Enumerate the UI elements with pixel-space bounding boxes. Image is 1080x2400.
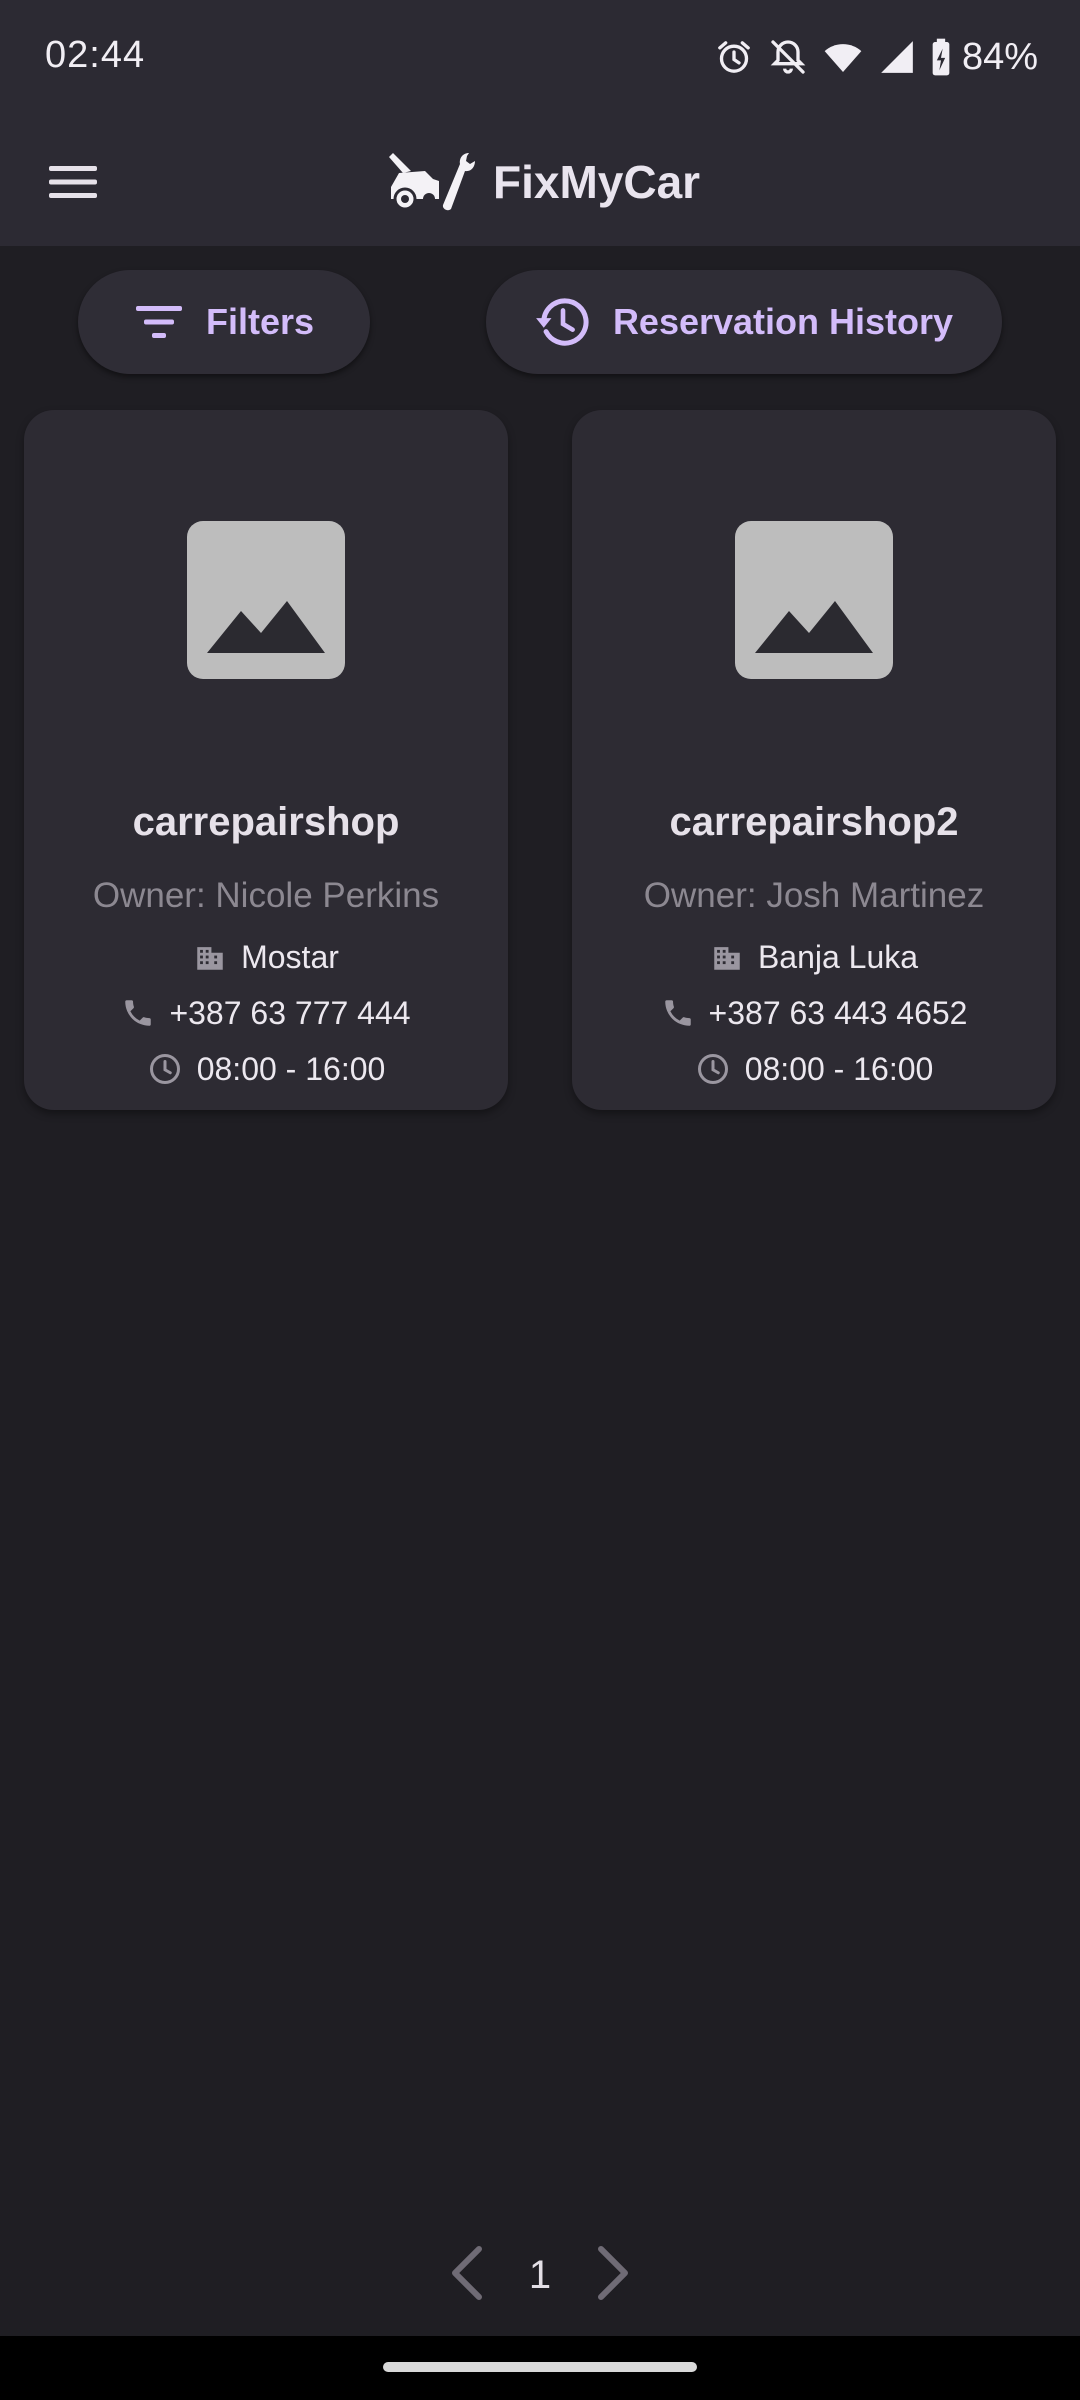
- filters-label: Filters: [205, 301, 315, 342]
- phone-icon: [664, 1000, 691, 1026]
- filter-icon: [135, 306, 182, 338]
- car-repair-logo: [389, 153, 475, 211]
- previous-page-button[interactable]: [447, 2245, 487, 2306]
- menu-button[interactable]: [30, 146, 116, 218]
- building-icon: [714, 947, 740, 970]
- system-navigation-bar: [0, 2336, 1080, 2400]
- shop-owner: Owner: Josh Martinez: [643, 876, 985, 915]
- status-time: 02:44: [45, 34, 146, 76]
- clock-icon: [697, 1054, 728, 1084]
- shop-card[interactable]: carrepairshop Owner: Nicole Perkins Most…: [24, 410, 508, 1110]
- shop-hours: 08:00 - 16:00: [744, 1050, 934, 1087]
- battery-percent: 84%: [961, 35, 1038, 78]
- app-title: FixMyCar: [493, 156, 701, 208]
- home-gesture-handle[interactable]: [383, 2362, 697, 2372]
- current-page: 1: [528, 2252, 552, 2297]
- reservation-history-button[interactable]: Reservation History: [486, 270, 1002, 374]
- signal-icon: [878, 37, 916, 77]
- next-page-button[interactable]: [593, 2245, 633, 2306]
- shop-phone: +387 63 777 444: [169, 994, 411, 1031]
- pagination: 1: [0, 2240, 1080, 2310]
- shop-hours: 08:00 - 16:00: [196, 1050, 386, 1087]
- reservation-history-label: Reservation History: [612, 301, 954, 342]
- phone-icon: [125, 1000, 152, 1026]
- alarm-icon: [714, 37, 754, 77]
- shop-hours-row: 08:00 - 16:00: [572, 1044, 1056, 1094]
- battery-charging-icon: [930, 37, 952, 77]
- clock-icon: [149, 1054, 180, 1084]
- shop-city-row: Banja Luka: [572, 932, 1056, 982]
- brand: FixMyCar: [385, 138, 700, 226]
- menu-icon: [49, 166, 97, 198]
- shop-card[interactable]: carrepairshop2 Owner: Josh Martinez Banj…: [572, 410, 1056, 1110]
- image-placeholder-icon: [735, 521, 893, 679]
- notifications-off-icon: [768, 37, 808, 77]
- shop-phone: +387 63 443 4652: [708, 994, 968, 1031]
- shop-hours-row: 08:00 - 16:00: [24, 1044, 508, 1094]
- shop-name: carrepairshop: [132, 800, 400, 844]
- shop-city: Mostar: [241, 938, 339, 975]
- building-icon: [197, 947, 223, 970]
- shop-phone-row: +387 63 777 444: [24, 988, 508, 1038]
- chevron-left-icon: [451, 2245, 482, 2300]
- shop-city: Banja Luka: [757, 938, 919, 975]
- wifi-icon: [822, 37, 864, 77]
- history-icon: [536, 298, 589, 346]
- shop-city-row: Mostar: [24, 932, 508, 982]
- filters-button[interactable]: Filters: [78, 270, 370, 374]
- shop-name: carrepairshop2: [669, 800, 959, 844]
- image-placeholder-icon: [187, 521, 345, 679]
- app-bar: FixMyCar: [0, 118, 1080, 246]
- shop-phone-row: +387 63 443 4652: [572, 988, 1056, 1038]
- chevron-right-icon: [598, 2245, 629, 2300]
- status-bar: 02:44 84%: [0, 0, 1080, 118]
- action-bar: Filters Reservation History: [0, 270, 1080, 376]
- shop-owner: Owner: Nicole Perkins: [92, 876, 440, 915]
- status-icons: 84%: [714, 34, 1038, 80]
